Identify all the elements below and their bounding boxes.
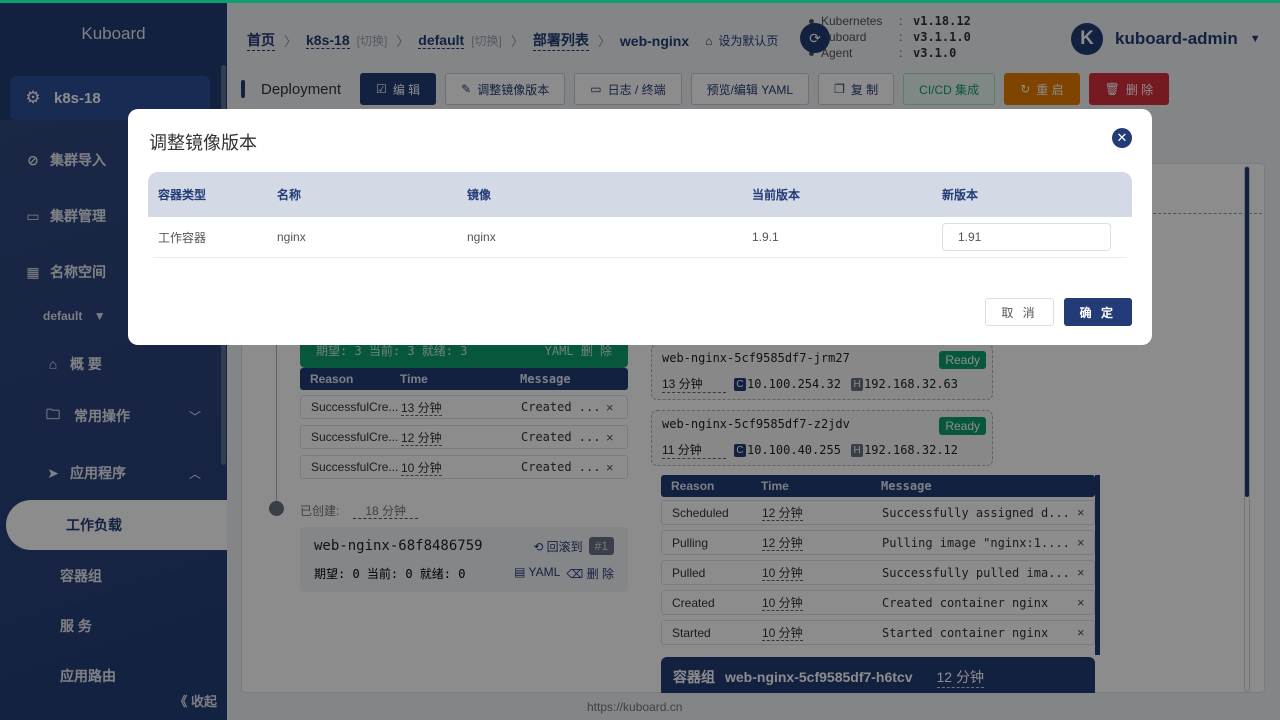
close-icon: ✕ xyxy=(1116,130,1128,145)
column-header: 新版本 xyxy=(942,188,979,202)
dialog-title: 调整镜像版本 xyxy=(149,133,257,153)
column-header: 容器类型 xyxy=(158,188,207,202)
close-dialog-button[interactable]: ✕ xyxy=(1112,128,1132,148)
table-header: 容器类型 名称 镜像 当前版本 新版本 xyxy=(148,172,1132,217)
container-image: nginx xyxy=(467,230,496,244)
container-type: 工作容器 xyxy=(158,230,207,245)
column-header: 名称 xyxy=(277,188,302,202)
dialog-footer: 取 消 确 定 xyxy=(985,298,1132,326)
current-version: 1.9.1 xyxy=(752,230,779,244)
cancel-button[interactable]: 取 消 xyxy=(985,298,1054,326)
column-header: 镜像 xyxy=(467,188,492,202)
new-version-input[interactable]: 1.91 xyxy=(942,223,1111,251)
table-row: 工作容器 nginx nginx 1.9.1 1.91 xyxy=(153,217,1127,258)
column-header: 当前版本 xyxy=(752,188,801,202)
container-name: nginx xyxy=(277,230,306,244)
adjust-image-dialog: 调整镜像版本 ✕ 容器类型 名称 镜像 当前版本 新版本 工作容器 nginx … xyxy=(128,109,1152,345)
modal-overlay[interactable] xyxy=(0,0,1280,720)
top-accent-line xyxy=(0,0,1280,3)
confirm-button[interactable]: 确 定 xyxy=(1063,298,1132,326)
container-table: 容器类型 名称 镜像 当前版本 新版本 工作容器 nginx nginx 1.9… xyxy=(148,172,1132,258)
